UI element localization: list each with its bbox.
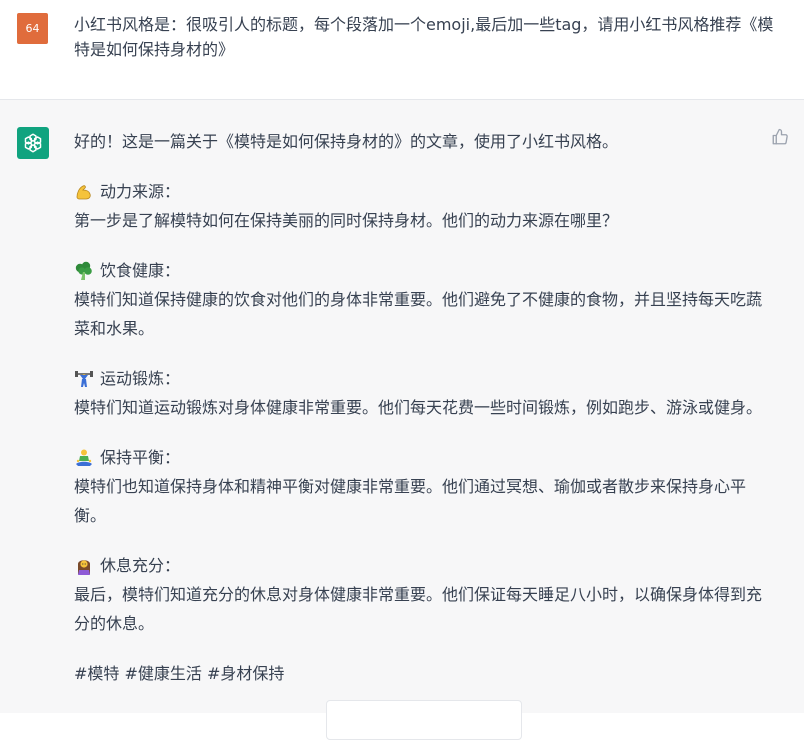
user-message-row: 64 小红书风格是：很吸引人的标题，每个段落加一个emoji,最后加一些tag，… bbox=[0, 0, 804, 100]
regenerate-response-button[interactable] bbox=[326, 700, 522, 740]
user-message-text: 小红书风格是：很吸引人的标题，每个段落加一个emoji,最后加一些tag，请用小… bbox=[74, 15, 774, 59]
section-title: 休息充分： bbox=[100, 556, 181, 575]
weightlifter-icon bbox=[74, 369, 94, 389]
flexed-biceps-icon bbox=[74, 182, 94, 202]
assistant-message-row: 好的！这是一篇关于《模特是如何保持身材的》的文章，使用了小红书风格。 动力来源：… bbox=[0, 100, 804, 740]
thumbs-up-icon[interactable] bbox=[771, 128, 789, 146]
section-heading: 休息充分： bbox=[74, 551, 764, 580]
section-heading: 运动锻炼： bbox=[74, 364, 764, 393]
chatgpt-logo-icon bbox=[17, 127, 49, 159]
section-title: 运动锻炼： bbox=[100, 369, 181, 388]
section-heading: 保持平衡： bbox=[74, 443, 764, 472]
section-title: 动力来源： bbox=[100, 182, 181, 201]
section-body: 模特们知道保持健康的饮食对他们的身体非常重要。他们避免了不健康的食物，并且坚持每… bbox=[74, 290, 763, 338]
section-title: 保持平衡： bbox=[100, 448, 181, 467]
section-body: 最后，模特们知道充分的休息对身体健康非常重要。他们保证每天睡足八小时，以确保身体… bbox=[74, 585, 763, 633]
section-heading: 动力来源： bbox=[74, 177, 764, 206]
user-avatar: 64 bbox=[17, 13, 48, 44]
section-heading: 饮食健康： bbox=[74, 256, 764, 285]
broccoli-icon bbox=[74, 261, 94, 281]
intro-text: 好的！这是一篇关于《模特是如何保持身材的》的文章，使用了小红书风格。 bbox=[74, 132, 619, 151]
lotus-position-icon bbox=[74, 448, 94, 468]
section-body: 第一步是了解模特如何在保持美丽的同时保持身材。他们的动力来源在哪里？ bbox=[74, 211, 619, 230]
section-body: 模特们也知道保持身体和精神平衡对健康非常重要。他们通过冥想、瑜伽或者散步来保持身… bbox=[74, 477, 747, 525]
section-body: 模特们知道运动锻炼对身体健康非常重要。他们每天花费一些时间锻炼，例如跑步、游泳或… bbox=[74, 398, 763, 417]
section-title: 饮食健康： bbox=[100, 261, 181, 280]
assistant-message-content: 好的！这是一篇关于《模特是如何保持身材的》的文章，使用了小红书风格。 动力来源：… bbox=[74, 127, 764, 688]
sleeping-woman-icon bbox=[74, 556, 94, 576]
hashtags: #模特 #健康生活 #身材保持 bbox=[74, 664, 285, 683]
